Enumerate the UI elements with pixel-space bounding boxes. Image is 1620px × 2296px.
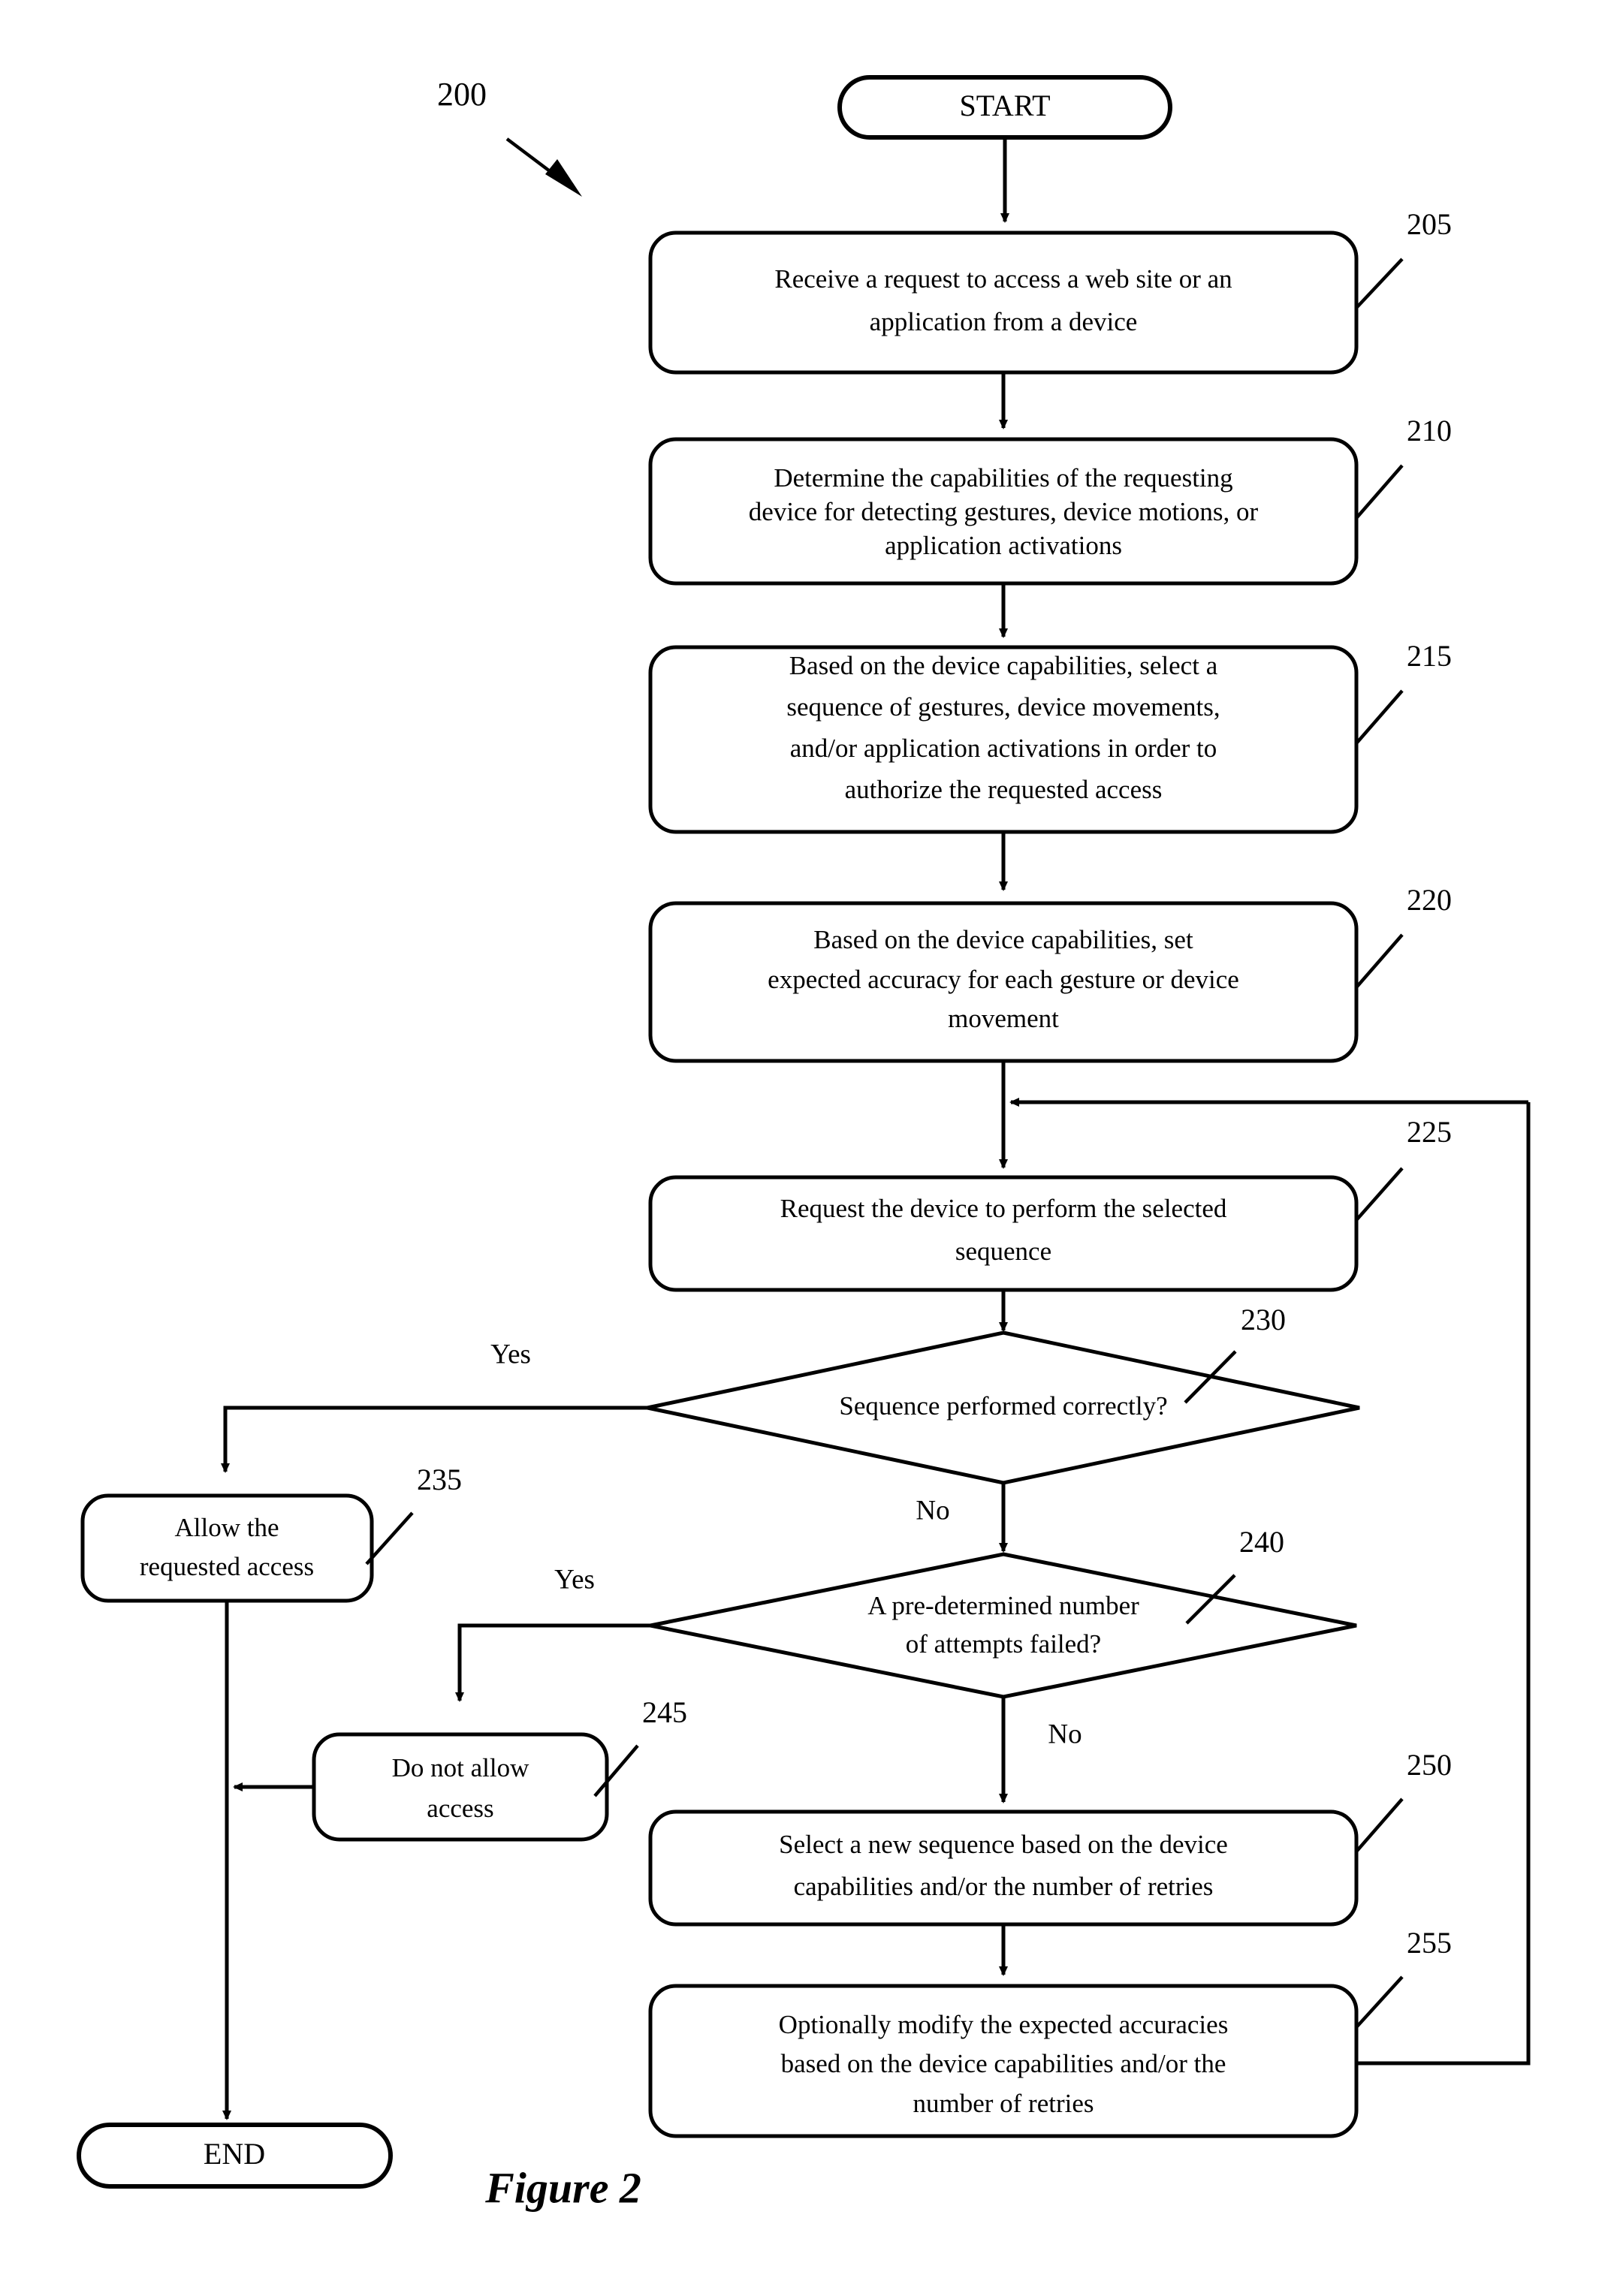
process-node-245-shape (312, 1732, 609, 1842)
edge-255-loopback-riser (1356, 1102, 1531, 2065)
ref-label-215: 215 (1407, 639, 1452, 673)
ref-leader-255 (1355, 1975, 1404, 2029)
diagram-reference-arrowhead (545, 159, 582, 197)
ref-label-240: 240 (1239, 1525, 1284, 1559)
process-node-255: Optionally modify the expected accuracie… (648, 1984, 1359, 2138)
process-node-205: Receive a request to access a web site o… (648, 231, 1359, 375)
terminator-start-label: START (959, 89, 1050, 122)
process-node-210-line-3: application activations (885, 531, 1122, 560)
ref-callout-220: 220 (1355, 883, 1452, 989)
process-node-215-line-4: authorize the requested access (845, 775, 1163, 804)
ref-label-205: 205 (1407, 207, 1452, 241)
branch-label-230-yes: Yes (490, 1339, 531, 1369)
ref-label-220: 220 (1407, 883, 1452, 917)
ref-label-255: 255 (1407, 1926, 1452, 1960)
terminator-start: START (837, 75, 1172, 140)
process-node-225: Request the device to perform the select… (648, 1175, 1359, 1292)
process-node-210-line-1: Determine the capabilities of the reques… (774, 463, 1232, 493)
ref-leader-250 (1355, 1797, 1404, 1853)
process-node-235-line-1: Allow the (174, 1513, 279, 1542)
ref-leader-225 (1355, 1167, 1404, 1222)
ref-callout-205: 205 (1355, 207, 1452, 309)
ref-leader-220 (1355, 933, 1404, 989)
decision-node-240-shape (650, 1552, 1357, 1699)
process-node-235-shape (80, 1493, 374, 1603)
branch-label-230-no: No (916, 1495, 949, 1526)
process-node-225-line-1: Request the device to perform the select… (780, 1194, 1227, 1223)
decision-node-230-label: Sequence performed correctly? (839, 1391, 1167, 1421)
terminator-end-label: END (204, 2137, 265, 2171)
process-node-205-line-2: application from a device (870, 307, 1138, 336)
process-node-215-line-3: and/or application activations in order … (790, 734, 1217, 763)
process-node-250-line-1: Select a new sequence based on the devic… (779, 1830, 1228, 1859)
process-node-250-line-2: capabilities and/or the number of retrie… (794, 1872, 1214, 1901)
process-node-255-line-2: based on the device capabilities and/or … (781, 2049, 1226, 2078)
ref-leader-215 (1355, 689, 1404, 745)
flowchart-canvas: 200 START Receive a request to access a … (77, 75, 1531, 2212)
decision-node-240: A pre-determined number of attempts fail… (650, 1552, 1357, 1699)
process-node-220: Based on the device capabilities, set ex… (648, 901, 1359, 1063)
process-node-245-line-2: access (427, 1794, 493, 1823)
process-node-220-line-2: expected accuracy for each gesture or de… (768, 965, 1239, 994)
process-node-235: Allow the requested access (80, 1493, 374, 1603)
ref-callout-235: 235 (365, 1463, 462, 1565)
process-node-255-line-3: number of retries (913, 2089, 1094, 2118)
ref-callout-255: 255 (1355, 1926, 1452, 2029)
process-node-215: Based on the device capabilities, select… (648, 645, 1359, 834)
edge-240-yes-to-245 (455, 1623, 650, 1702)
ref-callout-210: 210 (1355, 414, 1452, 520)
ref-label-225: 225 (1407, 1115, 1452, 1149)
ref-leader-205 (1355, 258, 1404, 309)
process-node-205-shape (648, 231, 1359, 375)
process-node-245: Do not allow access (312, 1732, 609, 1842)
branch-label-240-yes: Yes (554, 1564, 595, 1595)
branch-label-240-no: No (1048, 1719, 1082, 1749)
process-node-250: Select a new sequence based on the devic… (648, 1809, 1359, 1927)
ref-callout-225: 225 (1355, 1115, 1452, 1222)
ref-label-250: 250 (1407, 1748, 1452, 1782)
process-node-210: Determine the capabilities of the reques… (648, 437, 1359, 586)
process-node-220-line-3: movement (948, 1004, 1059, 1033)
figure-caption: Figure 2 (484, 2163, 641, 2212)
process-node-215-line-1: Based on the device capabilities, select… (789, 651, 1218, 680)
decision-node-240-line-1: A pre-determined number (867, 1591, 1139, 1620)
ref-label-235: 235 (417, 1463, 462, 1496)
process-node-245-line-1: Do not allow (392, 1753, 529, 1782)
ref-label-245: 245 (642, 1695, 687, 1729)
process-node-255-line-1: Optionally modify the expected accuracie… (779, 2010, 1229, 2039)
ref-callout-215: 215 (1355, 639, 1452, 745)
ref-label-210: 210 (1407, 414, 1452, 447)
diagram-reference-label: 200 (437, 76, 487, 113)
process-node-250-shape (648, 1809, 1359, 1927)
process-node-205-line-1: Receive a request to access a web site o… (774, 264, 1232, 294)
process-node-220-line-1: Based on the device capabilities, set (813, 925, 1193, 954)
ref-callout-245: 245 (593, 1695, 687, 1797)
decision-node-240-line-2: of attempts failed? (906, 1629, 1101, 1659)
process-node-235-line-2: requested access (140, 1552, 314, 1581)
ref-label-230: 230 (1241, 1303, 1286, 1336)
diagram-reference-callout: 200 (437, 76, 582, 197)
ref-leader-210 (1355, 464, 1404, 520)
patent-flowchart-figure: 200 START Receive a request to access a … (0, 0, 1620, 2296)
terminator-end: END (77, 2123, 393, 2189)
decision-node-230: Sequence performed correctly? (647, 1330, 1360, 1485)
process-node-215-line-2: sequence of gestures, device movements, (786, 692, 1220, 722)
process-node-210-line-2: device for detecting gestures, device mo… (749, 497, 1259, 526)
process-node-225-line-2: sequence (955, 1237, 1051, 1266)
ref-callout-250: 250 (1355, 1748, 1452, 1853)
